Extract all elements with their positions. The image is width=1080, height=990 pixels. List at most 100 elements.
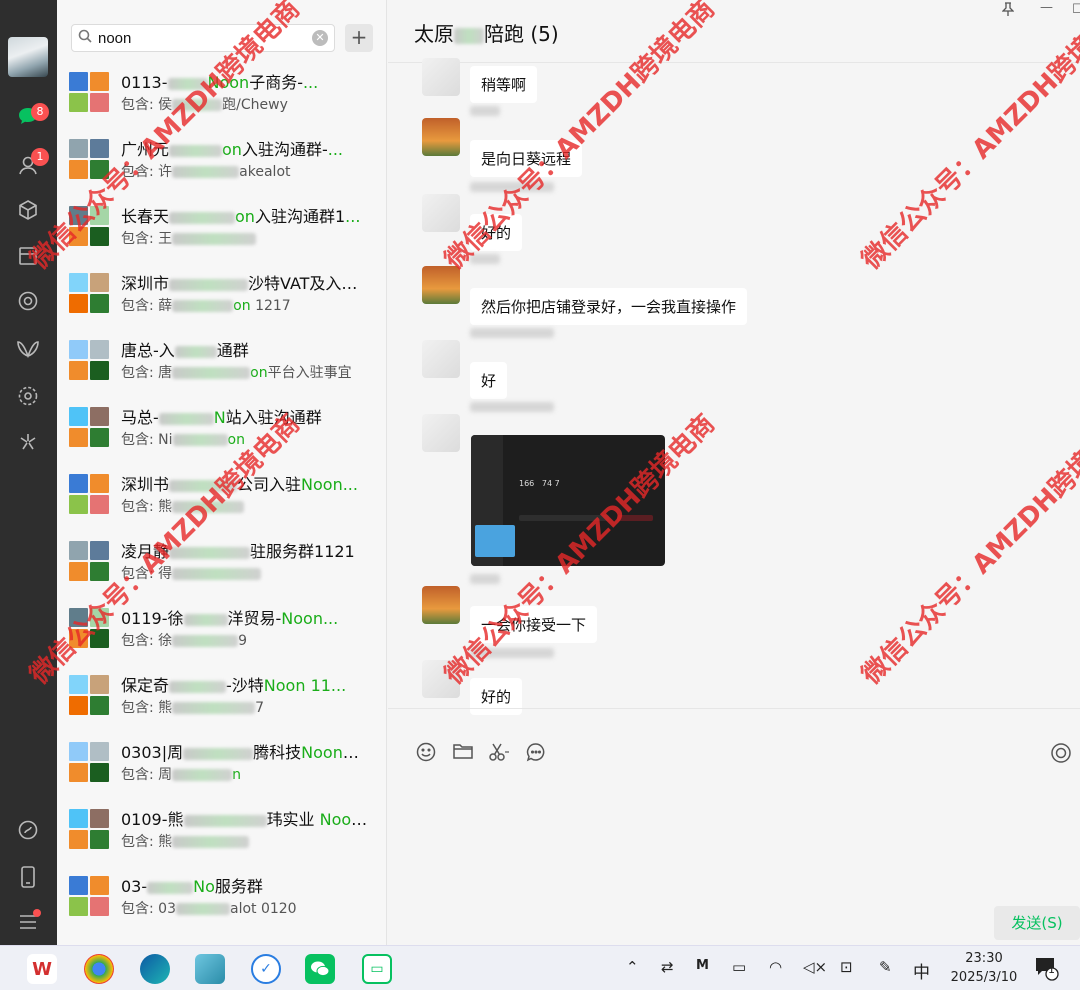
screenshot-field bbox=[519, 515, 609, 521]
chat-name: 唐总-入 通群 bbox=[121, 341, 249, 360]
message-bubble[interactable]: 一会你接受一下 bbox=[470, 606, 598, 643]
group-avatar bbox=[69, 541, 109, 581]
chat-name: 0113- Noon子商务-... bbox=[121, 73, 319, 92]
sender-avatar bbox=[422, 660, 460, 698]
user-avatar[interactable] bbox=[8, 37, 48, 77]
group-avatar bbox=[69, 876, 109, 916]
messenger-app-icon[interactable]: ✓ bbox=[251, 954, 281, 984]
edge-app-icon[interactable] bbox=[140, 954, 170, 984]
message-bubble[interactable]: 好 bbox=[470, 362, 508, 399]
clock-date: 2025/3/10 bbox=[950, 970, 1018, 985]
network-app-tray-icon[interactable]: M bbox=[696, 958, 709, 973]
send-button[interactable]: 发送(S) bbox=[994, 906, 1080, 940]
chevron-up-icon[interactable]: ⌃ bbox=[626, 958, 639, 976]
group-avatar bbox=[69, 340, 109, 380]
search-results-list: 0113- Noon子商务-... 包含: 侯跑/Chewy 广州元 on入驻沟通群-.… bbox=[57, 58, 386, 929]
mini-programs-icon[interactable] bbox=[13, 381, 43, 411]
chat-list-item[interactable]: 广州元 on入驻沟通群-... 包含: 许 akealot bbox=[57, 125, 386, 192]
chat-list-item[interactable]: 深圳市沙特VAT及入驻... 包含: 薛on 1217 bbox=[57, 259, 386, 326]
screenshot-image[interactable]: 166 74 7 bbox=[471, 435, 665, 566]
voice-call-icon[interactable] bbox=[1049, 742, 1073, 766]
pin-icon[interactable] bbox=[1001, 2, 1015, 20]
notes-app-icon[interactable] bbox=[195, 954, 225, 984]
message-bubble[interactable]: 然后你把店铺登录好，一会我直接操作 bbox=[470, 288, 748, 325]
security-tray-icon[interactable]: ⊡ bbox=[840, 958, 853, 976]
screenshot-panel bbox=[475, 525, 515, 557]
group-avatar bbox=[69, 206, 109, 246]
chat-history-icon[interactable] bbox=[524, 742, 548, 766]
message-bubble[interactable]: 好的 bbox=[470, 214, 523, 251]
group-avatar bbox=[69, 72, 109, 112]
sender-name bbox=[470, 106, 500, 116]
pen-tray-icon[interactable]: ✎ bbox=[879, 958, 892, 976]
screenshot-id: 166 74 7 bbox=[519, 479, 560, 488]
minimize-icon[interactable]: — bbox=[1040, 0, 1053, 15]
sender-name bbox=[470, 402, 554, 412]
favorites-icon[interactable] bbox=[13, 195, 43, 225]
chat-list-item[interactable]: 0119-徐 洋贸易-Noon... 包含: 徐9 bbox=[57, 594, 386, 661]
chat-list-item[interactable]: 保定奇 -沙特Noon 11... 包含: 熊7 bbox=[57, 661, 386, 728]
chat-list-item[interactable]: 唐总-入 通群包含: 唐 on平台入驻事宜 bbox=[57, 326, 386, 393]
menu-notification-dot bbox=[33, 909, 41, 917]
battery-icon[interactable]: ▭ bbox=[732, 958, 746, 976]
message-bubble[interactable]: 是向日葵远程 bbox=[470, 140, 583, 177]
mini-program-panel-icon[interactable] bbox=[13, 815, 43, 845]
group-avatar bbox=[69, 139, 109, 179]
search-input[interactable]: noon bbox=[98, 30, 312, 47]
channels-icon[interactable] bbox=[13, 334, 43, 364]
chat-members-preview: 包含: 薛 on 1217 bbox=[121, 298, 291, 314]
wechat-app-icon[interactable] bbox=[305, 954, 335, 984]
input-divider bbox=[388, 708, 1080, 709]
sliders-tray-icon[interactable]: ⇄ bbox=[661, 958, 674, 976]
add-chat-button[interactable]: + bbox=[345, 24, 373, 52]
maximize-icon[interactable]: ☐ bbox=[1072, 2, 1080, 17]
emoji-icon[interactable] bbox=[414, 742, 438, 766]
wps-app-icon[interactable]: W bbox=[27, 954, 57, 984]
chat-window: 太原 陪跑 (5) — ☐ 稍等啊 是向日葵远程 好的 然后你把店铺登录好，一会我… bbox=[388, 0, 1080, 945]
ime-indicator[interactable]: 中 bbox=[913, 958, 930, 983]
wecom-app-icon[interactable]: ▭ bbox=[362, 954, 392, 984]
message-bubble[interactable]: 好的 bbox=[470, 678, 523, 715]
nav-rail: 8 1 bbox=[0, 0, 57, 945]
sender-name bbox=[470, 254, 500, 264]
clear-search-icon[interactable]: ✕ bbox=[312, 30, 328, 46]
moments-icon[interactable] bbox=[13, 286, 43, 316]
chrome-app-icon[interactable] bbox=[84, 954, 114, 984]
search-box[interactable]: noon ✕ bbox=[71, 24, 335, 52]
search-feature-icon[interactable] bbox=[13, 427, 43, 457]
chat-list-item[interactable]: 03- No服务群 包含: 03 alot 0120 bbox=[57, 862, 386, 929]
chat-name: 深圳书 公司入驻Noon... bbox=[121, 475, 358, 494]
sender-avatar bbox=[422, 118, 460, 156]
chat-list-item[interactable]: 0109-熊 玮实业 Noon... 包含: 熊 bbox=[57, 795, 386, 862]
chat-name: 凌月静 驻服务群1121 bbox=[121, 542, 355, 561]
chat-list-item[interactable]: 0303|周 腾科技Noon入... 包含: 周n bbox=[57, 728, 386, 795]
chat-members-preview: 包含: 熊 bbox=[121, 831, 371, 851]
clock[interactable]: 23:30 2025/3/10 bbox=[946, 949, 1022, 987]
files-icon[interactable] bbox=[13, 241, 43, 271]
chat-name: 保定奇 -沙特Noon 11... bbox=[121, 676, 347, 695]
folder-icon[interactable] bbox=[451, 742, 475, 766]
sender-name bbox=[470, 648, 554, 658]
group-avatar bbox=[69, 675, 109, 715]
search-icon bbox=[78, 29, 92, 47]
scissors-icon[interactable] bbox=[487, 742, 511, 766]
chat-list-item[interactable]: 深圳书 公司入驻Noon... 包含: 熊 bbox=[57, 460, 386, 527]
sender-avatar bbox=[422, 58, 460, 96]
chat-members-preview: 包含: 熊 bbox=[121, 496, 371, 516]
chat-members-preview: 包含: 唐 on平台入驻事宜 bbox=[121, 365, 352, 381]
chat-list-item[interactable]: 马总- N站入驻沟通群 包含: Ni on bbox=[57, 393, 386, 460]
message-bubble[interactable]: 稍等啊 bbox=[470, 66, 538, 103]
sender-avatar bbox=[422, 414, 460, 452]
chat-members-preview: 包含: 周n bbox=[121, 767, 242, 783]
chat-list-item[interactable]: 长春天 on入驻沟通群1... 包含: 王 bbox=[57, 192, 386, 259]
notification-icon[interactable] bbox=[1033, 955, 1059, 985]
chat-list-item[interactable]: 凌月静 驻服务群1121 包含: 得 bbox=[57, 527, 386, 594]
chat-members-preview: 包含: 熊7 bbox=[121, 700, 265, 716]
volume-muted-icon[interactable]: ◁× bbox=[803, 958, 827, 976]
chat-list-item[interactable]: 0113- Noon子商务-... 包含: 侯跑/Chewy bbox=[57, 58, 386, 125]
group-avatar bbox=[69, 742, 109, 782]
chat-list-panel: noon ✕ + 0113- Noon子商务-... 包含: 侯跑/Chewy 广州元… bbox=[57, 0, 387, 945]
phone-icon[interactable] bbox=[13, 862, 43, 892]
sender-name bbox=[470, 182, 554, 192]
wifi-icon[interactable]: ◠ bbox=[769, 958, 782, 976]
